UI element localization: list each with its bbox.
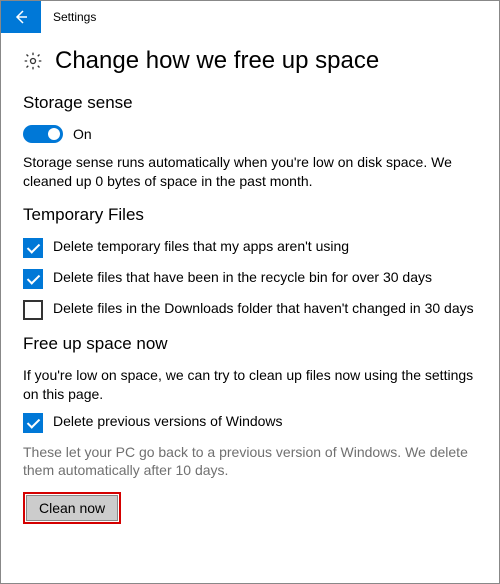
storage-sense-toggle[interactable] bbox=[23, 125, 63, 143]
free-up-description: If you're low on space, we can try to cl… bbox=[23, 366, 477, 404]
content: Change how we free up space Storage sens… bbox=[1, 33, 499, 532]
free-up-heading: Free up space now bbox=[23, 334, 477, 354]
back-arrow-icon bbox=[13, 9, 29, 25]
free-up-option: Delete previous versions of Windows bbox=[23, 412, 477, 433]
temp-files-heading: Temporary Files bbox=[23, 205, 477, 225]
checkbox-label: Delete files in the Downloads folder tha… bbox=[53, 299, 474, 318]
storage-sense-toggle-row: On bbox=[23, 125, 477, 143]
checkbox-label: Delete previous versions of Windows bbox=[53, 412, 283, 431]
temp-files-option-1: Delete files that have been in the recyc… bbox=[23, 268, 477, 289]
checkbox-label: Delete files that have been in the recyc… bbox=[53, 268, 432, 287]
checkbox-temp-apps[interactable] bbox=[23, 238, 43, 258]
back-button[interactable] bbox=[1, 1, 41, 33]
clean-now-highlight: Clean now bbox=[23, 492, 121, 524]
storage-sense-description: Storage sense runs automatically when yo… bbox=[23, 153, 477, 191]
titlebar-title: Settings bbox=[41, 10, 96, 24]
checkbox-prev-windows[interactable] bbox=[23, 413, 43, 433]
checkbox-downloads[interactable] bbox=[23, 300, 43, 320]
page-title: Change how we free up space bbox=[55, 47, 379, 75]
checkbox-label: Delete temporary files that my apps aren… bbox=[53, 237, 349, 256]
checkbox-recycle-bin[interactable] bbox=[23, 269, 43, 289]
toggle-knob bbox=[48, 128, 60, 140]
clean-now-button[interactable]: Clean now bbox=[26, 495, 118, 521]
gear-icon bbox=[23, 51, 43, 71]
titlebar: Settings bbox=[1, 1, 499, 33]
temp-files-option-0: Delete temporary files that my apps aren… bbox=[23, 237, 477, 258]
temp-files-option-2: Delete files in the Downloads folder tha… bbox=[23, 299, 477, 320]
page-header: Change how we free up space bbox=[23, 47, 477, 75]
storage-sense-heading: Storage sense bbox=[23, 93, 477, 113]
free-up-note: These let your PC go back to a previous … bbox=[23, 443, 477, 481]
storage-sense-toggle-label: On bbox=[73, 126, 92, 142]
